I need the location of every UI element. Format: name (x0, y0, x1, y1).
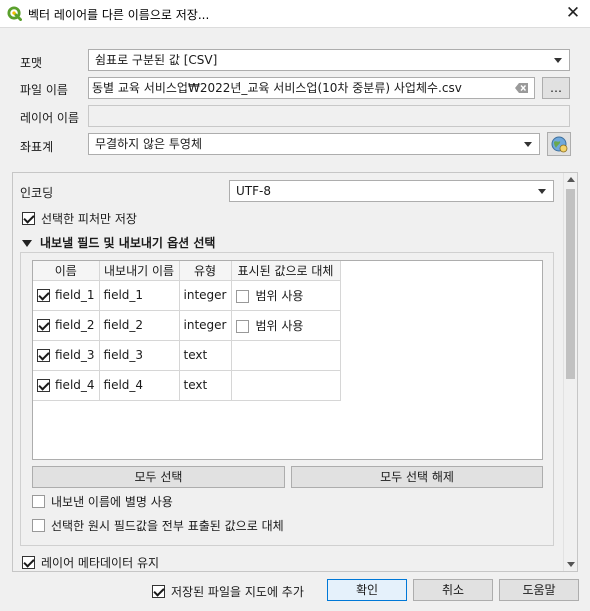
layername-label: 레이어 이름 (20, 111, 80, 125)
replace-checkbox[interactable] (235, 319, 249, 333)
export-name-cell[interactable]: field_3 (99, 340, 180, 371)
selected-only-label: 선택한 피처만 저장 (41, 212, 137, 226)
field-checkbox[interactable] (37, 319, 50, 332)
scrollbar-thumb[interactable] (566, 189, 575, 379)
use-alias-label: 내보낸 이름에 별명 사용 (51, 495, 173, 509)
checkbox-box[interactable] (152, 585, 165, 598)
field-name-cell[interactable]: field_4 (33, 370, 100, 401)
encoding-value: UTF-8 (236, 184, 271, 198)
crs-value: 무결하지 않은 투영체 (95, 137, 202, 151)
field-name: field_1 (55, 288, 95, 302)
keep-metadata-label: 레이어 메타데이터 유지 (41, 556, 160, 570)
keep-metadata-checkbox[interactable]: 레이어 메타데이터 유지 (22, 554, 159, 571)
close-button[interactable]: ✕ (556, 0, 590, 28)
field-name-cell[interactable]: field_3 (33, 340, 100, 371)
field-checkbox[interactable] (37, 289, 50, 302)
globe-icon (551, 136, 568, 153)
cancel-button[interactable]: 취소 (413, 579, 493, 601)
format-value: 쉼표로 구분된 값 [CSV] (95, 53, 218, 67)
type-cell: text (179, 340, 232, 371)
select-all-button[interactable]: 모두 선택 (32, 466, 285, 488)
clear-icon[interactable] (515, 82, 529, 94)
type-cell: integer (179, 280, 232, 311)
crs-selector-button[interactable] (547, 132, 571, 156)
encoding-label: 인코딩 (20, 186, 54, 200)
layername-input[interactable] (88, 105, 570, 127)
ok-button[interactable]: 확인 (327, 579, 407, 601)
format-label: 포맷 (20, 56, 43, 70)
deselect-all-button[interactable]: 모두 선택 해제 (291, 466, 543, 488)
table-header-row: 이름 내보내기 이름 유형 표시된 값으로 대체 (33, 261, 341, 281)
field-name: field_3 (55, 348, 95, 362)
checkbox-box[interactable] (32, 495, 45, 508)
field-name: field_4 (55, 378, 95, 392)
filename-input[interactable]: 동별 교육 서비스업₩2022년_교육 서비스업(10차 중분류) 사업체수.c… (88, 77, 535, 99)
format-select[interactable]: 쉼표로 구분된 값 [CSV] (88, 49, 570, 71)
crs-select[interactable]: 무결하지 않은 투영체 (88, 133, 540, 155)
field-name-cell[interactable]: field_1 (33, 280, 100, 311)
table-row[interactable]: field_3 field_3 text (33, 340, 341, 371)
field-name-cell[interactable]: field_2 (33, 310, 100, 341)
browse-button[interactable]: … (542, 77, 570, 99)
chevron-down-icon (554, 58, 562, 63)
replace-label: 범위 사용 (255, 318, 304, 333)
replace-label: 범위 사용 (255, 288, 304, 303)
replace-raw-values-checkbox[interactable]: 선택한 원시 필드값을 전부 표출된 값으로 대체 (32, 517, 284, 534)
add-to-map-checkbox[interactable]: 저장된 파일을 지도에 추가 (152, 583, 304, 600)
replace-cell[interactable]: 범위 사용 (231, 310, 341, 341)
column-header[interactable]: 유형 (179, 261, 232, 281)
type-cell: text (179, 370, 232, 401)
title-bar: 벡터 레이어를 다른 이름으로 저장... ✕ (0, 0, 590, 28)
field-checkbox[interactable] (37, 349, 50, 362)
export-name-cell[interactable]: field_4 (99, 370, 180, 401)
collapse-triangle-icon[interactable] (22, 240, 32, 247)
column-header[interactable]: 이름 (33, 261, 100, 281)
encoding-select[interactable]: UTF-8 (229, 180, 554, 202)
close-icon: ✕ (565, 3, 581, 23)
scroll-down-icon[interactable] (567, 562, 575, 567)
export-name-cell[interactable]: field_1 (99, 280, 180, 311)
replace-raw-label: 선택한 원시 필드값을 전부 표출된 값으로 대체 (51, 519, 284, 533)
filename-label: 파일 이름 (20, 83, 68, 97)
replace-cell (231, 370, 341, 401)
use-alias-checkbox[interactable]: 내보낸 이름에 별명 사용 (32, 493, 173, 510)
fields-table[interactable]: 이름 내보내기 이름 유형 표시된 값으로 대체 field_1 field_1… (32, 260, 543, 460)
qgis-logo-icon (7, 6, 22, 21)
selected-only-checkbox[interactable]: 선택한 피처만 저장 (22, 210, 137, 227)
chevron-down-icon (524, 142, 532, 147)
replace-checkbox[interactable] (235, 289, 249, 303)
export-fields-section-header[interactable]: 내보낼 필드 및 내보내기 옵션 선택 (22, 234, 215, 251)
vertical-scrollbar[interactable] (563, 173, 577, 571)
field-checkbox[interactable] (37, 379, 50, 392)
export-name-cell[interactable]: field_2 (99, 310, 180, 341)
add-to-map-label: 저장된 파일을 지도에 추가 (171, 585, 304, 599)
type-cell: integer (179, 310, 232, 341)
table-row[interactable]: field_4 field_4 text (33, 370, 341, 401)
checkbox-box[interactable] (22, 212, 35, 225)
help-button[interactable]: 도움말 (499, 579, 579, 601)
chevron-down-icon (538, 189, 546, 194)
checkbox-box[interactable] (22, 556, 35, 569)
window-title: 벡터 레이어를 다른 이름으로 저장... (28, 8, 210, 22)
replace-cell (231, 340, 341, 371)
column-header[interactable]: 내보내기 이름 (99, 261, 180, 281)
checkbox-box[interactable] (32, 519, 45, 532)
crs-label: 좌표계 (20, 140, 54, 154)
section-title: 내보낼 필드 및 내보내기 옵션 선택 (40, 236, 216, 250)
scroll-up-icon[interactable] (567, 177, 575, 182)
filename-value: 동별 교육 서비스업₩2022년_교육 서비스업(10차 중분류) 사업체수.c… (92, 81, 462, 95)
replace-cell[interactable]: 범위 사용 (231, 280, 341, 311)
table-row[interactable]: field_2 field_2 integer 범위 사용 (33, 310, 341, 341)
field-name: field_2 (55, 318, 95, 332)
table-row[interactable]: field_1 field_1 integer 범위 사용 (33, 280, 341, 311)
column-header[interactable]: 표시된 값으로 대체 (231, 261, 341, 281)
